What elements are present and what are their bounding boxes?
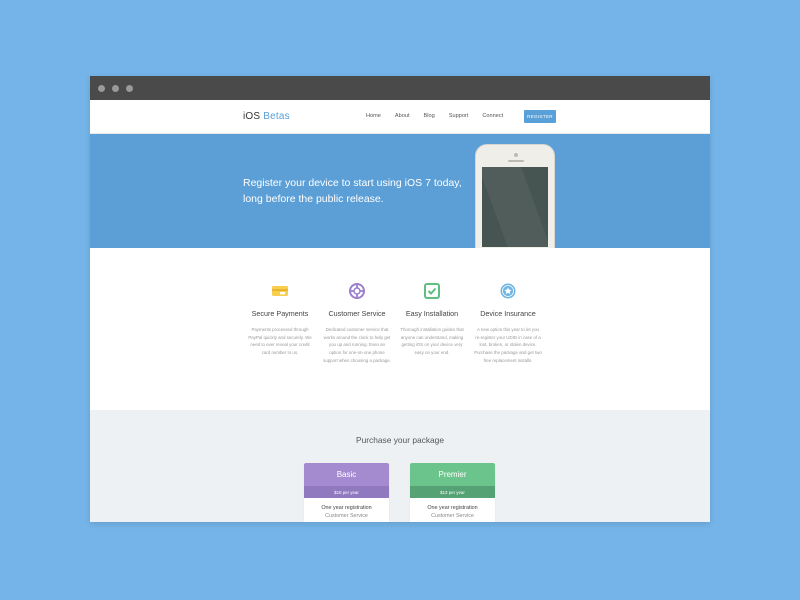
phone-camera: [514, 153, 518, 157]
site-header: iOS Betas Home About Blog Support Connec…: [90, 100, 710, 134]
feature-device-insurance: Device Insurance A new option this year …: [468, 282, 548, 365]
phone-speaker: [508, 160, 524, 162]
plan-feature: Customer Service: [325, 513, 368, 519]
star-badge-icon: [468, 282, 548, 300]
plan-card-premier[interactable]: Premier $13 per year One year registrati…: [410, 463, 495, 522]
main-nav: Home About Blog Support Connect: [366, 113, 503, 119]
lifebuoy-icon: [317, 282, 397, 300]
credit-card-icon: [240, 282, 320, 300]
plan-feature: Customer Service: [431, 513, 474, 519]
features-section: Secure Payments Payments processed throu…: [90, 248, 710, 410]
feature-title: Customer Service: [328, 309, 386, 318]
checkbox-icon: [392, 282, 472, 300]
feature-title: Easy Installation: [405, 309, 459, 318]
register-button[interactable]: REGISTER: [524, 110, 556, 123]
feature-customer-service: Customer Service Dedicated customer serv…: [317, 282, 397, 365]
plan-name: Basic: [304, 463, 389, 486]
nav-home[interactable]: Home: [366, 113, 381, 119]
title-bar: [90, 76, 710, 100]
window-minimize-dot[interactable]: [112, 84, 119, 92]
plan-name: Premier: [410, 463, 495, 486]
brand-accent: Betas: [263, 111, 290, 122]
window-close-dot[interactable]: [98, 84, 105, 92]
hero-banner: Register your device to start using iOS …: [90, 134, 710, 248]
feature-description: Payments processed through PayPal quickl…: [248, 327, 312, 356]
plan-feature: One year registration: [427, 505, 478, 511]
feature-title: Secure Payments: [251, 309, 309, 318]
nav-connect[interactable]: Connect: [482, 113, 503, 119]
plan-card-basic[interactable]: Basic $10 per year One year registration…: [304, 463, 389, 522]
hero-line-2: long before the public release.: [243, 193, 384, 205]
feature-secure-payments: Secure Payments Payments processed throu…: [240, 282, 320, 357]
nav-support[interactable]: Support: [449, 113, 469, 119]
browser-window: iOS Betas Home About Blog Support Connec…: [90, 76, 710, 522]
hero-line-1: Register your device to start using iOS …: [243, 177, 462, 189]
plan-price: $10 per year: [304, 486, 389, 498]
hero-headline: Register your device to start using iOS …: [243, 175, 483, 207]
feature-description: Thorough installation guides that anyone…: [400, 327, 464, 356]
brand-name: iOS: [243, 111, 261, 122]
plan-price: $13 per year: [410, 486, 495, 498]
pricing-section: Purchase your package Basic $10 per year…: [90, 410, 710, 522]
plan-feature: One year registration: [321, 505, 372, 511]
brand-logo[interactable]: iOS Betas: [243, 111, 290, 122]
nav-blog[interactable]: Blog: [424, 113, 435, 119]
iphone-illustration: [475, 144, 555, 248]
window-maximize-dot[interactable]: [126, 84, 133, 92]
feature-title: Device Insurance: [480, 309, 536, 318]
pricing-title: Purchase your package: [356, 435, 444, 445]
feature-easy-installation: Easy Installation Thorough installation …: [392, 282, 472, 357]
feature-description: A new option this year to let you re-reg…: [474, 327, 542, 363]
nav-about[interactable]: About: [395, 113, 410, 119]
feature-description: Dedicated customer service that works ar…: [323, 327, 391, 363]
phone-screen: [482, 167, 548, 247]
